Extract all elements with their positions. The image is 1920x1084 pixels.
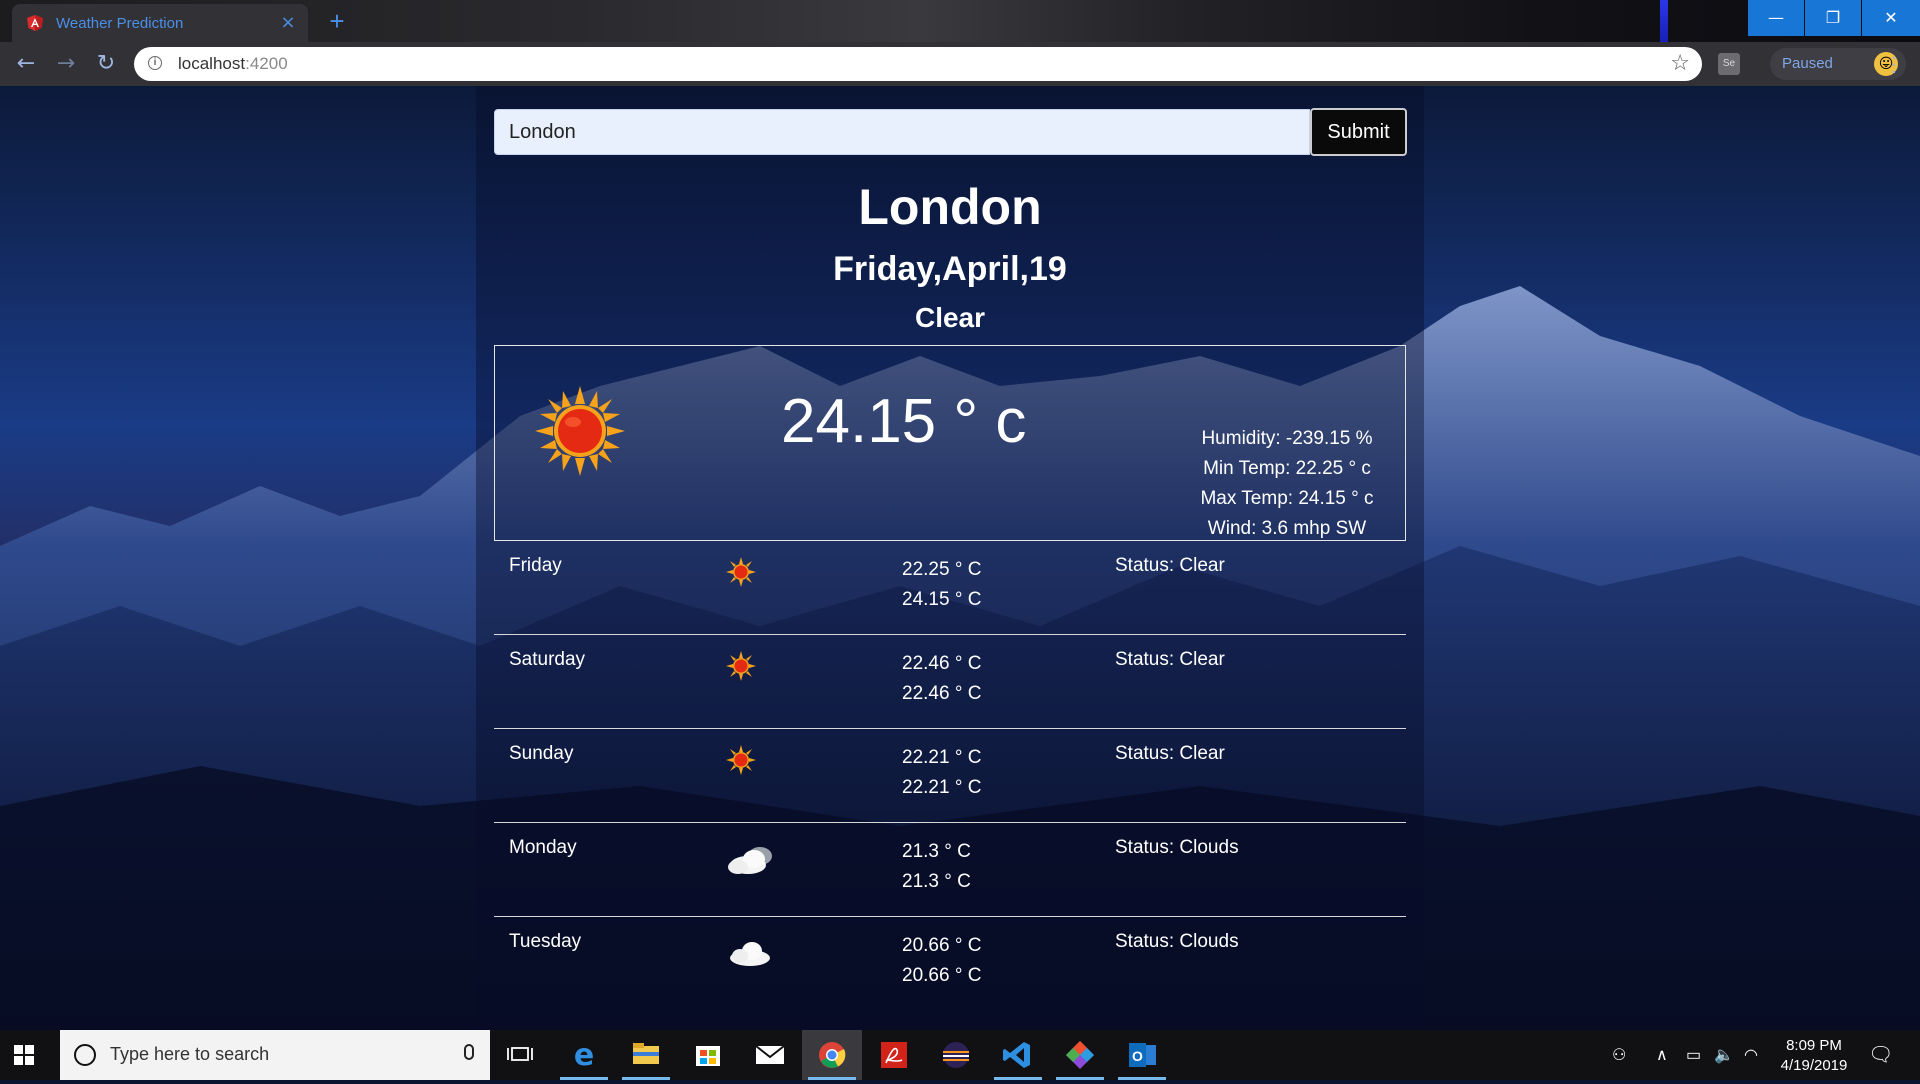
taskbar-search[interactable]: Type here to search [60, 1030, 490, 1080]
browser-titlebar: Weather Prediction × + — ❐ ✕ [0, 0, 1920, 42]
forward-icon[interactable]: → [54, 52, 78, 76]
sun-icon [726, 745, 756, 781]
people-icon[interactable]: ⚇ [1612, 1045, 1626, 1065]
address-bar[interactable]: i localhost:4200 ☆ [134, 47, 1702, 81]
forecast-temps: 20.66 ° C 20.66 ° C [902, 931, 981, 991]
forecast-high: 22.46 ° C [902, 683, 982, 704]
city-search-input[interactable]: London [494, 109, 1310, 155]
angular-favicon-icon [26, 14, 44, 32]
forecast-day: Saturday [509, 649, 586, 670]
windows-taskbar: Type here to search e O ⚇ ∧ ▭ 🔈 ◠ 8:09 P… [0, 1030, 1920, 1080]
browser-tab[interactable]: Weather Prediction × [12, 4, 308, 42]
minimize-button[interactable]: — [1748, 0, 1804, 36]
sun-icon [726, 557, 756, 593]
chrome-icon[interactable] [802, 1030, 862, 1080]
svg-text:O: O [1132, 1048, 1143, 1064]
wallpaper-streak [1660, 0, 1668, 42]
taskbar-search-placeholder: Type here to search [110, 1044, 270, 1064]
forecast-low: 22.25 ° C [902, 559, 982, 580]
current-temperature: 24.15 ° c [781, 387, 1027, 456]
cloud-icon [728, 941, 774, 973]
current-date: Friday,April,19 [833, 250, 1067, 288]
mail-icon[interactable] [740, 1030, 800, 1080]
clock-time: 8:09 PM [1786, 1037, 1842, 1054]
menu-icon[interactable]: ⋮ [1884, 52, 1904, 76]
forecast-status: Status: Clouds [1115, 837, 1239, 858]
submit-button[interactable]: Submit [1310, 108, 1407, 156]
forecast-status: Status: Clear [1115, 743, 1225, 764]
forecast-day: Sunday [509, 743, 574, 764]
forecast-high: 20.66 ° C [902, 965, 982, 986]
acrobat-icon[interactable] [864, 1030, 924, 1080]
git-icon[interactable] [1050, 1030, 1110, 1080]
outlook-icon[interactable]: O [1112, 1030, 1172, 1080]
sun-icon [726, 651, 756, 687]
file-explorer-icon[interactable] [616, 1030, 676, 1080]
edge-icon[interactable]: e [554, 1030, 614, 1080]
forecast-low: 22.21 ° C [902, 747, 982, 768]
extension-icon[interactable]: Se [1718, 53, 1740, 75]
windows-start-icon[interactable] [14, 1045, 34, 1065]
battery-icon[interactable]: ▭ [1686, 1045, 1701, 1065]
forecast-high: 21.3 ° C [902, 871, 971, 892]
forecast-high: 22.21 ° C [902, 777, 982, 798]
eclipse-icon[interactable] [926, 1030, 986, 1080]
reload-icon[interactable]: ↻ [94, 52, 118, 76]
wind: Wind: 3.6 mhp SW [1207, 518, 1367, 539]
forecast-low: 22.46 ° C [902, 653, 982, 674]
page-viewport: London Submit London Friday,April,19 Cle… [0, 86, 1920, 1030]
volume-icon[interactable]: 🔈 [1714, 1045, 1734, 1065]
restore-button[interactable]: ❐ [1805, 0, 1861, 36]
city-title: London [858, 179, 1042, 235]
weather-details: Humidity: -239.15 % Min Temp: 22.25 ° c … [1187, 424, 1920, 544]
store-icon[interactable] [678, 1030, 738, 1080]
forecast-low: 20.66 ° C [902, 935, 982, 956]
cortana-icon[interactable] [74, 1044, 96, 1066]
sun-icon [535, 386, 625, 480]
forecast-row: Friday 22.25 ° C 24.15 ° C Status: Clear [494, 541, 1406, 635]
chevron-up-icon[interactable]: ∧ [1656, 1045, 1668, 1065]
notifications-icon[interactable]: 🗨 [1868, 1042, 1893, 1067]
forecast-high: 24.15 ° C [902, 589, 982, 610]
forecast-day: Friday [509, 555, 562, 576]
star-icon[interactable]: ☆ [1670, 51, 1690, 76]
url-text[interactable]: localhost:4200 [178, 54, 288, 74]
forecast-temps: 22.46 ° C 22.46 ° C [902, 649, 981, 709]
forecast-row: Sunday 22.21 ° C 22.21 ° C Status: Clear [494, 729, 1406, 823]
max-temp: Max Temp: 24.15 ° c [1200, 488, 1374, 509]
microphone-icon[interactable] [464, 1044, 474, 1060]
forecast-temps: 21.3 ° C 21.3 ° C [902, 837, 971, 897]
task-view-icon[interactable] [490, 1030, 550, 1080]
taskbar-clock[interactable]: 8:09 PM 4/19/2019 [1774, 1036, 1854, 1076]
forecast-row: Tuesday 20.66 ° C 20.66 ° C Status: Cloud… [494, 917, 1406, 1011]
tab-close-icon[interactable]: × [278, 13, 298, 33]
info-icon[interactable]: i [148, 56, 162, 70]
current-condition: Clear [914, 302, 986, 333]
forecast-status: Status: Clear [1115, 555, 1225, 576]
current-weather-card: 24.15 ° c Humidity: -239.15 % Min Temp: … [494, 345, 1406, 541]
clock-date: 4/19/2019 [1780, 1057, 1848, 1074]
forecast-row: Monday 21.3 ° C 21.3 ° C Status: Clouds [494, 823, 1406, 917]
svg-text:e: e [574, 1038, 594, 1073]
forecast-row: Saturday 22.46 ° C 22.46 ° C Status: Clea… [494, 635, 1406, 729]
forecast-status: Status: Clouds [1115, 931, 1239, 952]
forecast-day: Tuesday [509, 931, 582, 952]
partly-cloudy-icon [726, 843, 778, 883]
browser-toolbar: ← → ↻ i localhost:4200 ☆ Se Paused 😛 ⋮ [0, 42, 1920, 86]
humidity: Humidity: -239.15 % [1201, 428, 1373, 449]
wifi-icon[interactable]: ◠ [1744, 1045, 1758, 1065]
forecast-day: Monday [509, 837, 577, 858]
back-icon[interactable]: ← [14, 52, 38, 76]
tab-title: Weather Prediction [56, 14, 184, 32]
forecast-status: Status: Clear [1115, 649, 1225, 670]
forecast-temps: 22.25 ° C 24.15 ° C [902, 555, 981, 615]
vscode-icon[interactable] [988, 1030, 1048, 1080]
min-temp: Min Temp: 22.25 ° c [1203, 458, 1371, 479]
close-window-button[interactable]: ✕ [1862, 0, 1920, 36]
forecast-low: 21.3 ° C [902, 841, 971, 862]
new-tab-button[interactable]: + [324, 8, 350, 34]
profile-status: Paused [1782, 55, 1833, 72]
forecast-temps: 22.21 ° C 22.21 ° C [902, 743, 981, 803]
